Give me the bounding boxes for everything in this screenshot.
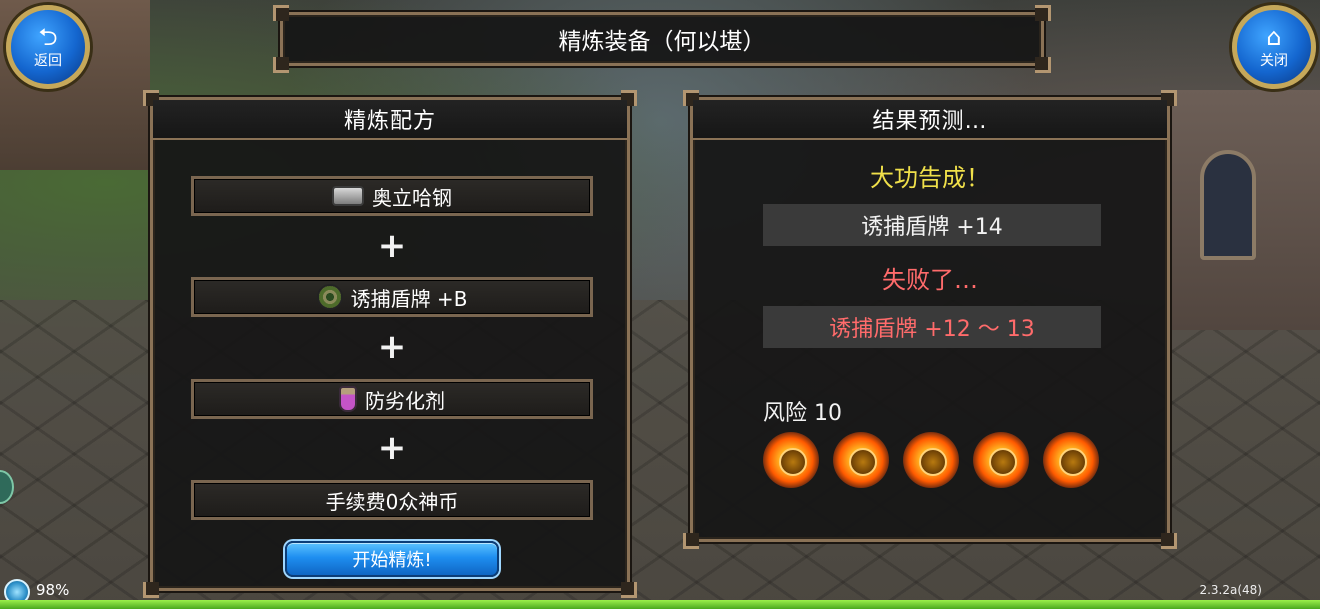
progress-fill: [0, 600, 1320, 609]
risk-flame-icon: [763, 432, 819, 488]
material-slot[interactable]: 奥立哈钢: [191, 176, 593, 216]
result-panel: 结果预测… 大功告成！ 诱捕盾牌 +14 失败了… 诱捕盾牌 +12 ～ 13 …: [683, 90, 1177, 549]
fail-label: 失败了…: [882, 266, 978, 294]
recipe-panel: 精炼配方 奥立哈钢 + 诱捕盾牌 +B + 防劣化剂 + 手续费0众神币 开始精…: [143, 90, 637, 598]
home-icon: ⌂: [1266, 23, 1282, 51]
fee-label: 手续费0众神币: [325, 489, 459, 514]
equipment-slot[interactable]: 诱捕盾牌 +B: [191, 277, 593, 317]
success-label: 大功告成！: [870, 164, 990, 192]
risk-flame-icon: [1043, 432, 1099, 488]
equipment-label: 诱捕盾牌 +B: [350, 286, 468, 311]
background-window: [1200, 150, 1256, 260]
version-label: 2.3.2a(48): [1199, 583, 1262, 597]
fee-slot: 手续费0众神币: [191, 480, 593, 520]
start-refine-button[interactable]: 开始精炼!: [285, 541, 499, 577]
risk-flame-icon: [903, 432, 959, 488]
shield-icon: [316, 284, 343, 310]
back-button-label: 返回: [34, 53, 62, 69]
protectant-label: 防劣化剂: [365, 388, 445, 413]
result-header: 结果预测…: [693, 100, 1167, 140]
plus-icon: +: [377, 327, 407, 367]
protectant-slot[interactable]: 防劣化剂: [191, 379, 593, 419]
risk-label: 风险 10: [763, 401, 842, 426]
plus-icon: +: [377, 428, 407, 468]
material-label: 奥立哈钢: [372, 185, 452, 210]
risk-flame-icon: [973, 432, 1029, 488]
page-title: 精炼装备（何以堪）: [558, 29, 766, 55]
close-button-label: 关闭: [1260, 53, 1288, 69]
battery-label: 98%: [36, 581, 70, 599]
progress-bar: [0, 600, 1320, 609]
recipe-header: 精炼配方: [153, 100, 627, 140]
risk-icon-row: [763, 430, 1123, 490]
title-bar: 精炼装备（何以堪）: [273, 5, 1051, 73]
risk-flame-icon: [833, 432, 889, 488]
plus-icon: +: [377, 226, 407, 266]
back-arrow-icon: ⮌: [38, 23, 58, 51]
ingot-icon: [332, 186, 364, 206]
back-button[interactable]: ⮌ 返回: [6, 5, 90, 89]
success-item: 诱捕盾牌 +14: [763, 204, 1101, 246]
fail-item: 诱捕盾牌 +12 ～ 13: [763, 306, 1101, 348]
close-button[interactable]: ⌂ 关闭: [1232, 5, 1316, 89]
potion-icon: [339, 386, 357, 412]
